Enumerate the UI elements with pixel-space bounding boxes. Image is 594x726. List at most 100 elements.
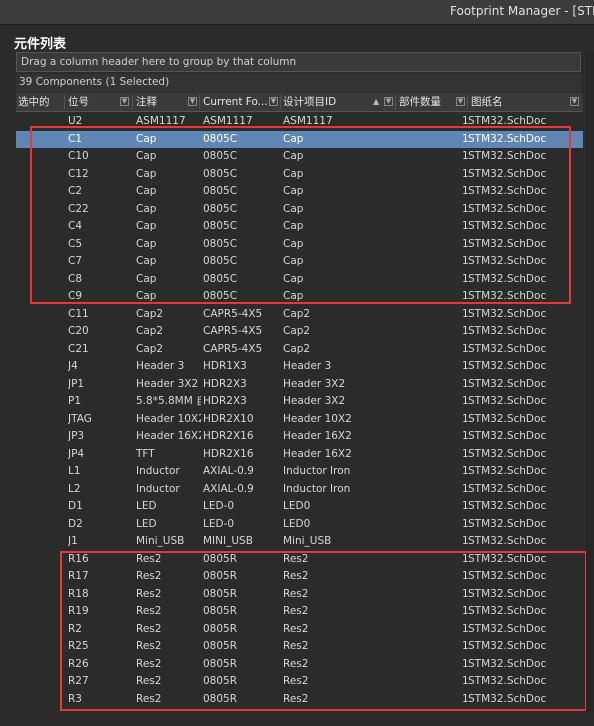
cell-footprint: HDR1X3	[203, 360, 247, 372]
table-row[interactable]: R2 Res2 0805R Res2 1 STM32.SchDoc	[16, 621, 583, 639]
table-row[interactable]: P1 5.8*5.8MM 自 HDR2X3 Header 3X2 1 STM32.SchD…	[16, 393, 583, 411]
table-row[interactable]: JTAG Header 10X2 HDR2X10 Header 10X2 1 STM32.…	[16, 411, 583, 429]
cell-design-id: Res2	[283, 605, 309, 617]
cell-designator: R26	[68, 657, 89, 670]
component-grid: U2 ASM1117 ASM1117 ASM1117 1 STM32.SchDoc C1 Ca…	[16, 112, 583, 712]
table-row[interactable]: C4 Cap 0805C Cap 1 STM32.SchDoc	[16, 218, 583, 236]
cell-footprint: 0805R	[203, 552, 238, 565]
filter-icon[interactable]: ▼	[269, 97, 278, 106]
filter-icon[interactable]: ▼	[570, 97, 579, 106]
cell-footprint: 0805R	[203, 640, 238, 652]
group-by-bar[interactable]: Drag a column header here to group by th…	[16, 52, 581, 72]
table-row[interactable]: JP1 Header 3X2 HDR2X3 Header 3X2 1 STM32.SchD…	[16, 376, 583, 394]
table-row[interactable]: R16 Res2 0805R Res2 1 STM32.SchDoc	[16, 551, 583, 569]
cell-sheet: STM32.SchDoc	[468, 395, 547, 407]
cell-design-id: ASM1117	[283, 115, 333, 127]
sort-ascending-icon[interactable]: ▲	[373, 93, 379, 111]
cell-comment: TFT	[136, 447, 155, 460]
filter-icon[interactable]: ▼	[120, 97, 129, 106]
cell-footprint: 0805C	[203, 185, 238, 197]
cell-comment: LED	[136, 517, 157, 530]
cell-design-id: Res2	[283, 552, 309, 565]
column-header-designator[interactable]: 位号	[68, 93, 118, 111]
table-row[interactable]: R18 Res2 0805R Res2 1 STM32.SchDoc	[16, 586, 583, 604]
cell-comment: Cap	[136, 237, 157, 250]
table-row[interactable]: C8 Cap 0805C Cap 1 STM32.SchDoc	[16, 271, 583, 289]
table-row[interactable]: R3 Res2 0805R Res2 1 STM32.SchDoc	[16, 691, 583, 709]
column-divider[interactable]	[64, 95, 65, 109]
cell-design-id: Inductor Iron	[283, 465, 351, 477]
window-titlebar: Footprint Manager - [STM	[0, 0, 594, 25]
cell-sheet: STM32.SchDoc	[468, 430, 547, 442]
cell-comment: Res2	[136, 692, 162, 705]
table-row[interactable]: C1 Cap 0805C Cap 1 STM32.SchDoc	[16, 130, 583, 148]
column-header-selected[interactable]: 选中的	[18, 93, 64, 111]
cell-footprint: AXIAL-0.9	[203, 465, 254, 477]
window-title: Footprint Manager - [STM	[450, 4, 594, 18]
table-row[interactable]: C2 Cap 0805C Cap 1 STM32.SchDoc	[16, 183, 583, 201]
column-divider[interactable]	[467, 95, 468, 109]
table-row[interactable]: JP4 TFT HDR2X16 Header 16X2 1 STM32.SchDoc	[16, 446, 583, 464]
table-row[interactable]: C9 Cap 0805C Cap 1 STM32.SchDoc	[16, 288, 583, 306]
table-row[interactable]: C10 Cap 0805C Cap 1 STM32.SchDoc	[16, 148, 583, 166]
cell-sheet: STM32.SchDoc	[468, 657, 547, 670]
table-row[interactable]: R27 Res2 0805R Res2 1 STM32.SchDoc	[16, 673, 583, 691]
column-divider[interactable]	[132, 95, 133, 109]
column-divider[interactable]	[395, 95, 396, 109]
table-row[interactable]: JP3 Header 16X2 HDR2X16 Header 16X2 1 STM32.S…	[16, 428, 583, 446]
cell-sheet: STM32.SchDoc	[468, 150, 547, 162]
table-row[interactable]: R25 Res2 0805R Res2 1 STM32.SchDoc	[16, 638, 583, 656]
cell-designator: J1	[68, 535, 78, 547]
table-row[interactable]: L1 Inductor AXIAL-0.9 Inductor Iron 1 STM32.S…	[16, 463, 583, 481]
column-header-sheet-name[interactable]: 图纸名	[471, 93, 561, 111]
column-divider[interactable]	[199, 95, 200, 109]
cell-designator: R25	[68, 640, 89, 652]
cell-footprint: 0805C	[203, 167, 238, 180]
column-header-comment[interactable]: 注释	[136, 93, 188, 111]
cell-footprint: HDR2X3	[203, 395, 247, 407]
table-row[interactable]: R26 Res2 0805R Res2 1 STM32.SchDoc	[16, 656, 583, 674]
table-row[interactable]: D1 LED LED-0 LED0 1 STM32.SchDoc	[16, 498, 583, 516]
table-row[interactable]: C12 Cap 0805C Cap 1 STM32.SchDoc	[16, 166, 583, 184]
cell-sheet: STM32.SchDoc	[468, 465, 547, 477]
cell-designator: C12	[68, 167, 89, 180]
table-row[interactable]: C22 Cap 0805C Cap 1 STM32.SchDoc	[16, 201, 583, 219]
cell-design-id: Cap	[283, 202, 304, 215]
cell-comment: Cap	[136, 220, 157, 232]
cell-comment: Res2	[136, 675, 162, 687]
cell-comment: Cap2	[136, 325, 164, 337]
cell-designator: JP4	[68, 447, 85, 460]
cell-designator: C9	[68, 290, 83, 302]
table-row[interactable]: J4 Header 3 HDR1X3 Header 3 1 STM32.SchDoc	[16, 358, 583, 376]
cell-comment: Cap2	[136, 342, 164, 355]
column-divider[interactable]	[280, 95, 281, 109]
cell-sheet: STM32.SchDoc	[468, 500, 547, 512]
cell-sheet: STM32.SchDoc	[468, 255, 547, 267]
column-header-design-item-id[interactable]: 设计项目ID	[283, 93, 371, 111]
cell-design-id: Cap	[283, 290, 304, 302]
table-row[interactable]: C21 Cap2 CAPR5-4X5 Cap2 1 STM32.SchDoc	[16, 341, 583, 359]
table-row[interactable]: R17 Res2 0805R Res2 1 STM32.SchDoc	[16, 568, 583, 586]
filter-icon[interactable]: ▼	[188, 97, 197, 106]
cell-sheet: STM32.SchDoc	[468, 622, 547, 635]
panel-right-edge	[586, 52, 594, 726]
filter-icon[interactable]: ▼	[384, 97, 393, 106]
table-row[interactable]: C11 Cap2 CAPR5-4X5 Cap2 1 STM32.SchDoc	[16, 306, 583, 324]
cell-footprint: HDR2X3	[203, 377, 247, 390]
table-row[interactable]: U2 ASM1117 ASM1117 ASM1117 1 STM32.SchDoc	[16, 113, 583, 131]
column-header-part-count[interactable]: 部件数量	[399, 93, 451, 111]
cell-footprint: LED-0	[203, 517, 235, 530]
table-row[interactable]: C20 Cap2 CAPR5-4X5 Cap2 1 STM32.SchDoc	[16, 323, 583, 341]
cell-footprint: 0805R	[203, 657, 238, 670]
table-row[interactable]: C5 Cap 0805C Cap 1 STM32.SchDoc	[16, 236, 583, 254]
cell-footprint: AXIAL-0.9	[203, 482, 254, 495]
column-header-current-footprint[interactable]: Current Fo...	[203, 93, 267, 111]
cell-comment: Header 16X2	[136, 430, 201, 442]
table-row[interactable]: L2 Inductor AXIAL-0.9 Inductor Iron 1 STM32.S…	[16, 481, 583, 499]
filter-icon[interactable]: ▼	[456, 97, 465, 106]
table-row[interactable]: J1 Mini_USB MINI_USB Mini_USB 1 STM32.SchDoc	[16, 533, 583, 551]
table-row[interactable]: D2 LED LED-0 LED0 1 STM32.SchDoc	[16, 516, 583, 534]
cell-footprint: 0805R	[203, 622, 238, 635]
table-row[interactable]: C7 Cap 0805C Cap 1 STM32.SchDoc	[16, 253, 583, 271]
table-row[interactable]: R19 Res2 0805R Res2 1 STM32.SchDoc	[16, 603, 583, 621]
